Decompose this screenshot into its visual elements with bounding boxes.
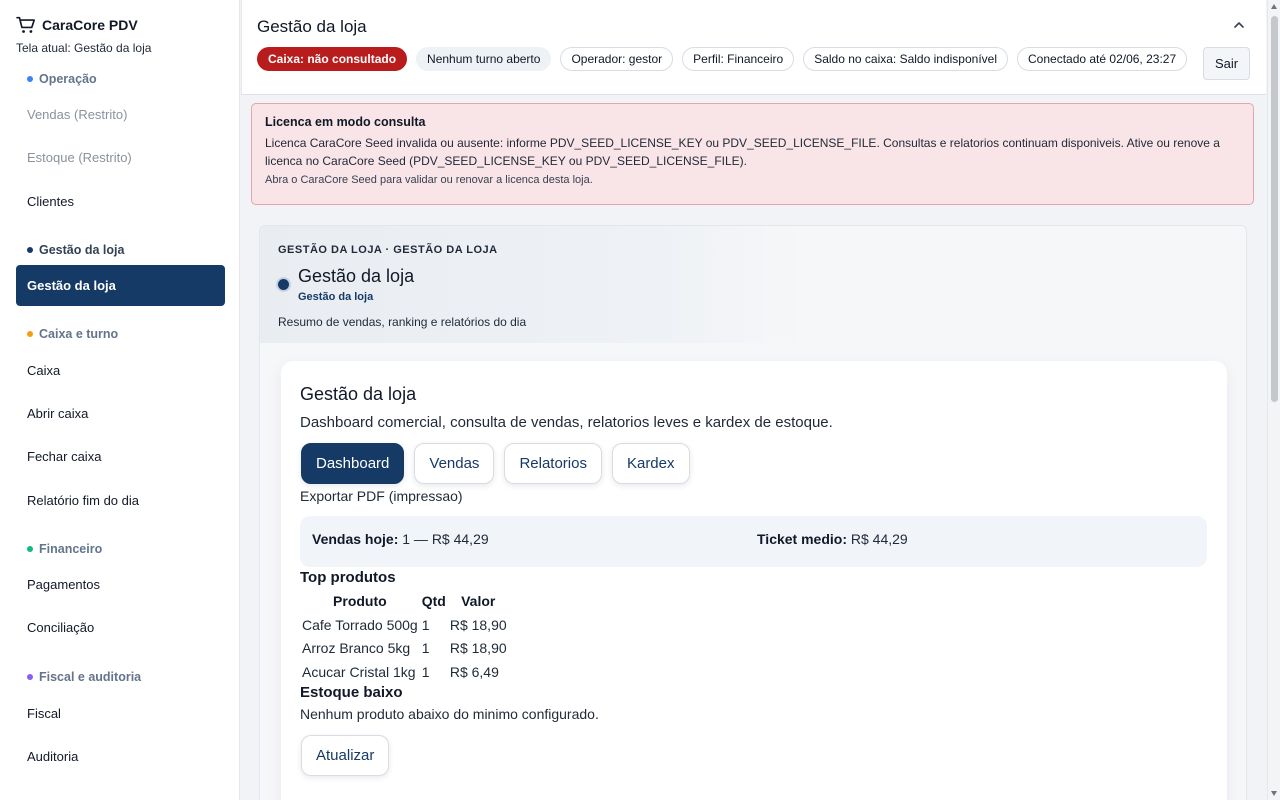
panel-title: Gestão da loja [298,266,415,286]
status-badge-saldo: Saldo no caixa: Saldo indisponível [803,47,1008,71]
sidebar-item-abrir-caixa[interactable]: Abrir caixa [16,393,225,434]
sidebar-item-caixa[interactable]: Caixa [16,350,225,391]
status-badge-perfil: Perfil: Financeiro [682,47,795,71]
low-stock-title: Estoque baixo [300,684,403,701]
status-chips: Caixa: não consultado Nenhum turno abert… [257,47,1188,71]
refresh-button[interactable]: Atualizar [301,735,390,776]
section-caixa: Caixa e turno [27,327,118,341]
tab-bar: Dashboard Vendas Relatorios Kardex [301,443,690,484]
cell-produto: Arroz Branco 5kg [302,640,411,657]
brand: CaraCore PDV [16,16,138,34]
sales-summary: Vendas hoje: 1 — R$ 44,29 Ticket medio: … [300,516,1207,567]
cell-valor: R$ 18,90 [449,640,507,657]
cell-produto: Acucar Cristal 1kg [302,663,416,680]
column-header-qtd: Qtd [421,593,446,609]
alert-hint: Abra o CaraCore Seed para validar ou ren… [265,174,593,186]
status-badge-conectado: Conectado até 02/06, 23:27 [1017,47,1188,71]
section-fiscal: Fiscal e auditoria [27,670,141,684]
section-gestao: Gestão da loja [27,243,124,257]
column-header-produto: Produto [333,593,387,609]
low-stock-message: Nenhum produto abaixo do minimo configur… [300,706,599,722]
dot-icon [27,331,33,337]
sidebar-item-relatorio[interactable]: Relatório fim do dia [16,480,225,521]
table-header-row: Produto Qtd Valor [300,589,509,613]
dashboard-card: Gestão da loja Dashboard comercial, cons… [281,361,1227,800]
column-header-valor: Valor [461,593,496,609]
sidebar-item-conciliacao[interactable]: Conciliação [16,607,225,648]
alert-title: Licenca em modo consulta [265,115,426,129]
status-badge-operador: Operador: gestor [560,47,674,71]
panel-description: Resumo de vendas, ranking e relatórios d… [278,315,527,329]
status-badge-turno: Nenhum turno aberto [416,47,552,71]
cell-produto: Cafe Torrado 500g [302,616,418,633]
dot-icon [27,546,33,552]
panel-subtitle: Gestão da loja [298,291,374,303]
alert-text: Licenca CaraCore Seed invalida ou ausent… [265,136,1220,168]
sidebar-item-fechar-caixa[interactable]: Fechar caixa [16,436,225,477]
card-title: Gestão da loja [300,384,417,404]
section-financeiro: Financeiro [27,542,102,556]
section-operacao: Operação [27,72,97,86]
logout-button[interactable]: Sair [1203,47,1250,80]
cell-qtd: 1 [421,663,430,680]
chevron-up-icon[interactable] [1232,18,1246,32]
top-products-title: Top produtos [300,569,396,586]
sidebar-item-pagamentos[interactable]: Pagamentos [16,564,225,605]
top-products-table: Produto Qtd Valor Cafe Torrado 500g 1 R$… [300,589,509,684]
sidebar-item-gestao[interactable]: Gestão da loja [16,265,225,306]
tab-vendas[interactable]: Vendas [414,443,495,484]
sidebar-item-estoque[interactable]: Estoque (Restrito) [16,137,225,178]
sales-today: Vendas hoje: 1 — R$ 44,29 [312,531,489,547]
ticket-average: Ticket medio: R$ 44,29 [757,531,908,547]
scroll-down-icon[interactable] [1271,791,1277,796]
dot-icon [27,76,33,82]
panel-eyebrow: GESTÃO DA LOJA · GESTÃO DA LOJA [278,244,498,256]
sidebar: CaraCore PDV Tela atual: Gestão da loja … [0,0,240,800]
table-row: Cafe Torrado 500g 1 R$ 18,90 [300,613,509,637]
radio-indicator-icon [276,277,291,292]
current-screen: Tela atual: Gestão da loja [16,41,152,55]
table-row: Acucar Cristal 1kg 1 R$ 6,49 [300,660,509,684]
dot-icon [27,247,33,253]
dot-icon [27,674,33,680]
scroll-up-icon[interactable] [1271,4,1277,9]
tab-kardex[interactable]: Kardex [611,443,690,484]
top-header: Gestão da loja Caixa: não consultado Nen… [241,0,1266,95]
scrollbar[interactable] [1267,0,1280,800]
main-panel: GESTÃO DA LOJA · GESTÃO DA LOJA Gestão d… [259,225,1247,800]
cell-qtd: 1 [421,640,430,657]
sidebar-item-fiscal[interactable]: Fiscal [16,693,225,734]
app-name: CaraCore PDV [42,17,138,33]
cart-icon [16,16,35,33]
card-description: Dashboard comercial, consulta de vendas,… [300,414,833,431]
page-title: Gestão da loja [257,17,367,36]
cell-valor: R$ 18,90 [449,616,507,633]
table-row: Arroz Branco 5kg 1 R$ 18,90 [300,637,509,661]
license-alert: Licenca em modo consulta Licenca CaraCor… [251,103,1254,205]
sidebar-item-auditoria[interactable]: Auditoria [16,736,225,777]
cell-qtd: 1 [421,616,430,633]
sidebar-item-clientes[interactable]: Clientes [16,181,225,222]
tab-dashboard[interactable]: Dashboard [301,443,405,484]
sidebar-item-vendas[interactable]: Vendas (Restrito) [16,94,225,135]
tab-relatorios[interactable]: Relatorios [504,443,602,484]
export-pdf-link[interactable]: Exportar PDF (impressao) [300,488,463,504]
panel-header: GESTÃO DA LOJA · GESTÃO DA LOJA Gestão d… [260,226,1246,343]
cell-valor: R$ 6,49 [449,663,499,680]
scrollbar-thumb[interactable] [1271,16,1278,402]
status-badge-caixa: Caixa: não consultado [257,47,408,71]
